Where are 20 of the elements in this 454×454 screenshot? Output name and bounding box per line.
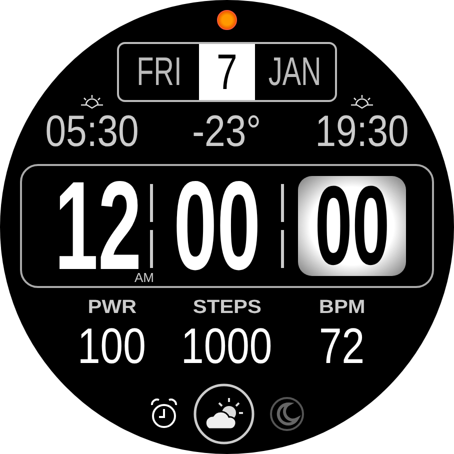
month-label: JAN xyxy=(268,52,322,92)
stat-value: 1000 xyxy=(181,321,273,371)
sunrise-icon xyxy=(80,94,104,110)
stat-label: STEPS xyxy=(192,298,262,317)
weekday-label: FRI xyxy=(136,52,182,92)
sunrise-icon xyxy=(350,94,374,110)
sunset-time: 19:30 xyxy=(315,110,409,154)
stat-value: 100 xyxy=(78,321,146,371)
alarm-clock-icon[interactable] xyxy=(149,398,179,430)
sunrise-time: 05:30 xyxy=(45,110,139,154)
stat-label: PWR xyxy=(88,298,136,317)
weather-button[interactable] xyxy=(193,383,255,445)
stat-label: BPM xyxy=(318,298,366,317)
seconds-digits: 00 xyxy=(314,170,390,282)
minutes-digits: 00 xyxy=(174,163,260,289)
day-label: 7 xyxy=(216,47,238,97)
period-label: AM xyxy=(134,269,154,286)
stat-value: 72 xyxy=(319,321,365,371)
temperature-label: -23° xyxy=(192,110,262,154)
moon-icon[interactable] xyxy=(269,396,305,432)
